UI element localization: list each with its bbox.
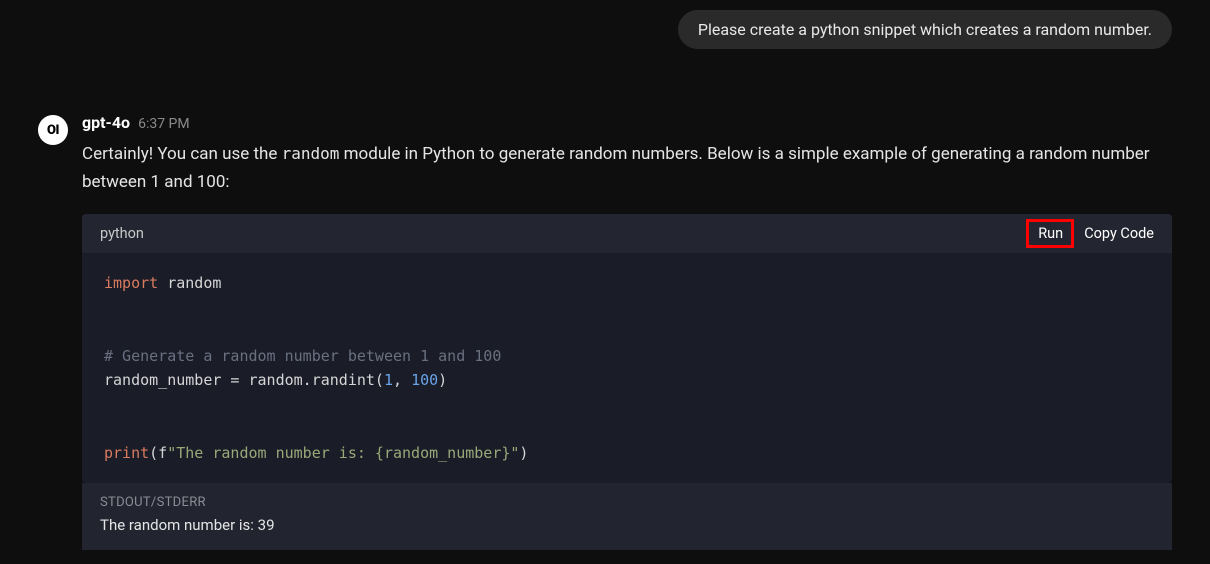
code-language-label: python: [100, 225, 144, 242]
model-name: gpt-4o: [82, 113, 130, 132]
code-body[interactable]: import random # Generate a random number…: [82, 253, 1172, 483]
tok-print-close: ): [519, 444, 528, 462]
code-block: python Run Copy Code import random # Gen…: [82, 214, 1172, 483]
output-label: STDOUT/STDERR: [100, 495, 1154, 510]
tok-num1: 1: [384, 371, 393, 389]
tok-comment: # Generate a random number between 1 and…: [104, 347, 501, 365]
user-message-row: Please create a python snippet which cre…: [38, 10, 1172, 49]
tok-assign-lhs: random_number = random.randint(: [104, 371, 384, 389]
intro-before: Certainly! You can use the: [82, 144, 282, 164]
assistant-header: gpt-4o 6:37 PM: [82, 113, 1172, 132]
timestamp: 6:37 PM: [138, 116, 190, 132]
tok-print-open: (f: [149, 444, 167, 462]
user-message-text: Please create a python snippet which cre…: [698, 20, 1152, 39]
tok-module: random: [158, 274, 221, 292]
tok-import: import: [104, 274, 158, 292]
intro-text: Certainly! You can use the random module…: [82, 140, 1172, 196]
code-header: python Run Copy Code: [82, 214, 1172, 253]
tok-assign-close: ): [438, 371, 447, 389]
assistant-avatar: OI: [38, 115, 68, 145]
user-message-bubble: Please create a python snippet which cre…: [678, 10, 1172, 49]
assistant-content: gpt-4o 6:37 PM Certainly! You can use th…: [82, 113, 1172, 550]
output-text: The random number is: 39: [100, 516, 1154, 534]
tok-print: print: [104, 444, 149, 462]
inline-code-random: random: [282, 144, 340, 163]
copy-code-button[interactable]: Copy Code: [1084, 225, 1154, 242]
code-actions: Run Copy Code: [1031, 222, 1154, 245]
avatar-text: OI: [47, 123, 59, 138]
run-label: Run: [1038, 225, 1063, 242]
tok-sep: ,: [393, 371, 411, 389]
assistant-message-row: OI gpt-4o 6:37 PM Certainly! You can use…: [38, 113, 1172, 550]
run-button[interactable]: Run: [1031, 222, 1070, 245]
tok-num2: 100: [411, 371, 438, 389]
output-block: STDOUT/STDERR The random number is: 39: [82, 483, 1172, 550]
tok-print-str: "The random number is: {random_number}": [167, 444, 519, 462]
